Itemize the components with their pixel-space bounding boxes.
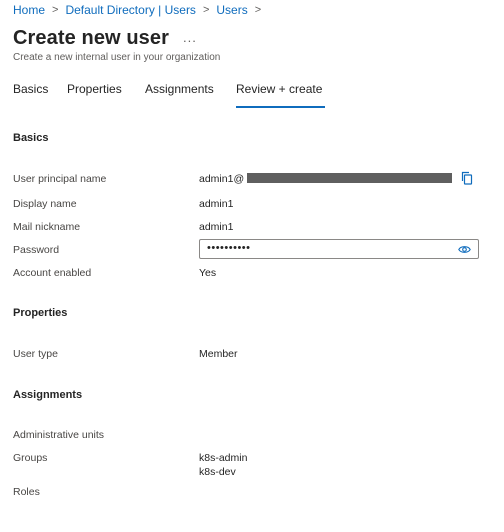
display-name-label: Display name [13, 198, 77, 210]
group-item: k8s-admin [199, 452, 248, 464]
breadcrumb-users[interactable]: Users [216, 3, 247, 17]
user-type-label: User type [13, 348, 58, 360]
section-heading-basics: Basics [13, 132, 49, 144]
upn-label: User principal name [13, 173, 107, 185]
display-name-value: admin1 [199, 198, 234, 210]
tab-properties[interactable]: Properties [67, 82, 122, 106]
chevron-right-icon: > [202, 4, 210, 16]
account-enabled-label: Account enabled [13, 267, 92, 279]
password-field[interactable]: •••••••••• [199, 239, 479, 259]
more-icon[interactable]: ... [183, 30, 197, 45]
password-label: Password [13, 244, 60, 256]
breadcrumb-default-directory-users[interactable]: Default Directory | Users [65, 3, 195, 17]
upn-value: admin1@ [199, 173, 245, 185]
roles-label: Roles [13, 486, 40, 498]
redacted-domain [247, 173, 452, 183]
mail-nickname-value: admin1 [199, 221, 234, 233]
section-heading-properties: Properties [13, 307, 68, 319]
chevron-right-icon: > [254, 4, 262, 16]
page-title: Create new user [13, 27, 170, 49]
administrative-units-label: Administrative units [13, 429, 105, 441]
tab-basics[interactable]: Basics [13, 82, 48, 106]
mail-nickname-label: Mail nickname [13, 221, 81, 233]
groups-label: Groups [13, 452, 48, 464]
chevron-right-icon: > [52, 4, 59, 16]
breadcrumb: Home > Default Directory | Users > Users… [13, 3, 268, 17]
tab-assignments[interactable]: Assignments [145, 82, 214, 106]
page-subtitle: Create a new internal user in your organ… [13, 52, 221, 63]
user-type-value: Member [199, 348, 238, 360]
active-tab-indicator [236, 106, 325, 108]
account-enabled-value: Yes [199, 267, 217, 279]
group-item: k8s-dev [199, 466, 236, 478]
section-heading-assignments: Assignments [13, 389, 83, 401]
eye-icon[interactable] [458, 244, 471, 255]
tab-review-create[interactable]: Review + create [236, 82, 322, 106]
breadcrumb-home[interactable]: Home [13, 3, 45, 17]
password-masked-value: •••••••••• [207, 242, 251, 254]
copy-icon[interactable] [460, 171, 474, 185]
